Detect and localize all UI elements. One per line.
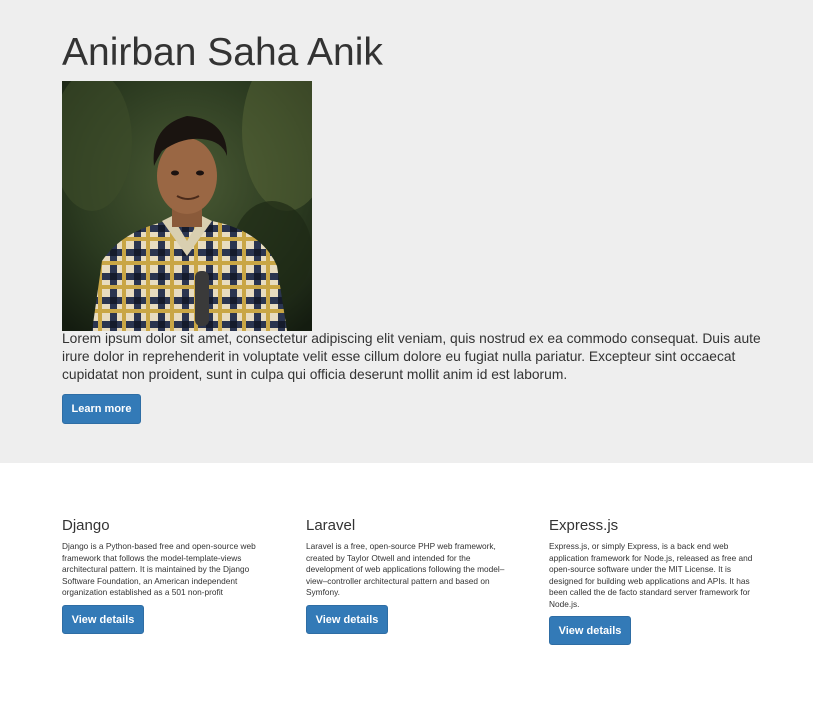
column-description: Laravel is a free, open-source PHP web f… [306,541,505,597]
learn-more-button[interactable]: Learn more [62,394,141,424]
column-description: Express.js, or simply Express, is a back… [549,541,753,609]
profile-photo [62,81,312,331]
view-details-button-laravel[interactable]: View details [306,604,388,634]
jumbotron: Anirban Saha Anik Lorem ipsum dolor sit … [0,0,813,463]
page-title: Anirban Saha Anik [62,31,383,74]
column-expressjs: Express.js Express.js, or simply Express… [549,516,769,645]
view-details-button-django[interactable]: View details [62,604,144,634]
column-title: Laravel [306,517,356,534]
column-title: Django [62,517,110,534]
column-django: Django Django is a Python-based free and… [62,516,282,634]
column-title: Express.js [549,517,619,534]
column-description: Django is a Python-based free and open-s… [62,541,256,597]
column-laravel: Laravel Laravel is a free, open-source P… [306,516,526,634]
hero-description: Lorem ipsum dolor sit amet, consectetur … [62,331,761,382]
view-details-button-expressjs[interactable]: View details [549,616,631,645]
